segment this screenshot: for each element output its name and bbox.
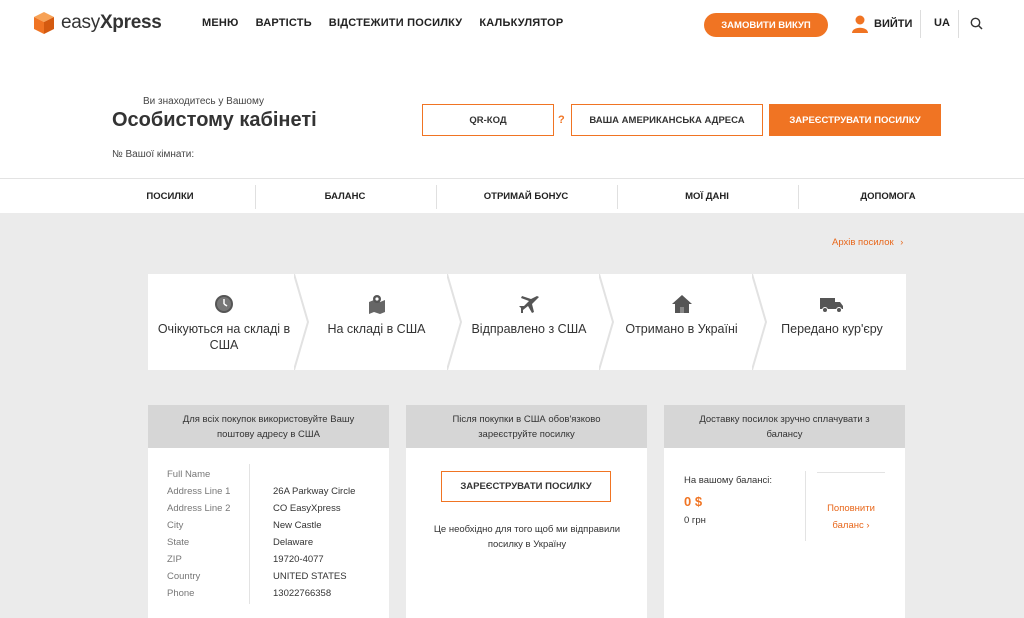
step-label: Отримано в Україні [625, 322, 738, 336]
register-parcel-card: Після покупки в США обов'язково зареєстр… [406, 405, 647, 618]
step-label: На складі в США [327, 322, 426, 336]
table-row: Address Line 1 26A Parkway Circle [167, 486, 387, 500]
logo[interactable]: easyXpress [32, 11, 162, 35]
tab-help[interactable]: ДОПОМОГА [798, 179, 978, 213]
us-address-button[interactable]: ВАША АМЕРИКАНСЬКА АДРЕСА [571, 104, 763, 136]
airplane-icon [519, 296, 539, 313]
balance-card: Доставку посилок зручно сплачувати з бал… [664, 405, 905, 618]
logo-cube-icon [34, 12, 54, 34]
step-shipped-from-us[interactable]: Відправлено з США [453, 274, 605, 370]
truck-icon [820, 298, 843, 313]
nav-tracking[interactable]: ВІДСТЕЖИТИ ПОСИЛКУ [329, 17, 463, 29]
field-value[interactable]: CO EasyXpress [273, 503, 341, 514]
help-icon[interactable]: ? [558, 114, 565, 126]
field-label: Address Line 2 [167, 503, 231, 514]
field-label: Address Line 1 [167, 486, 231, 497]
map-pin-icon [368, 295, 385, 314]
step-handed-to-courier[interactable]: Передано кур'єру [758, 274, 906, 370]
chevron-right-icon: › [900, 237, 904, 247]
cabinet-tabs: ПОСИЛКИ БАЛАНС ОТРИМАЙ БОНУС МОЇ ДАНІ ДО… [0, 178, 1024, 213]
step-label: Очікуються на складі в США [157, 322, 291, 352]
table-row: Full Name [167, 469, 387, 483]
card-header: Доставку посилок зручно сплачувати з бал… [664, 405, 905, 448]
field-label: State [167, 537, 190, 548]
field-value[interactable]: 13022766358 [273, 588, 331, 599]
header: easyXpress МЕНЮ ВАРТІСТЬ ВІДСТЕЖИТИ ПОСИ… [0, 0, 1024, 178]
archive-link[interactable]: Архів посилок › [832, 237, 903, 248]
house-icon [671, 295, 692, 313]
top-up-balance-link[interactable]: Поповнити баланс › [817, 500, 885, 534]
register-parcel-button-secondary[interactable]: ЗАРЕЄСТРУВАТИ ПОСИЛКУ [441, 471, 611, 502]
tab-my-data[interactable]: МОЇ ДАНІ [617, 179, 797, 213]
field-value[interactable]: UNITED STATES [273, 571, 347, 582]
table-row: ZIP 19720-4077 [167, 554, 387, 568]
card-header: Для всіх покупок використовуйте Вашу пош… [148, 405, 389, 448]
cabinet-subtitle: Ви знаходитесь у Вашому [143, 96, 264, 107]
step-label: Передано кур'єру [781, 322, 883, 336]
logo-text-light: easy [61, 12, 100, 33]
language-switch[interactable]: UA [934, 17, 950, 29]
divider [805, 471, 806, 541]
nav-pricing[interactable]: ВАРТІСТЬ [256, 17, 312, 29]
search-icon[interactable] [970, 17, 983, 30]
field-value[interactable]: 26A Parkway Circle [273, 486, 355, 497]
divider [958, 10, 959, 38]
page-title: Особистому кабінеті [112, 109, 317, 131]
table-row: State Delaware [167, 537, 387, 551]
tab-parcels[interactable]: ПОСИЛКИ [75, 179, 265, 213]
main-nav: МЕНЮ ВАРТІСТЬ ВІДСТЕЖИТИ ПОСИЛКУ КАЛЬКУЛ… [202, 17, 563, 29]
table-row: Phone 13022766358 [167, 588, 387, 602]
clock-icon [215, 295, 233, 313]
logout-link[interactable]: ВИЙТИ [874, 18, 912, 30]
balance-label: На вашому балансі: [684, 475, 773, 486]
table-row: City New Castle [167, 520, 387, 534]
chevron-right-icon: › [866, 520, 870, 531]
logo-text: easyXpress [61, 12, 162, 34]
qr-code-button[interactable]: QR-КОД [422, 104, 554, 136]
parcel-status-steps: Очікуються на складі в США На складі в С… [148, 274, 906, 370]
field-label: Country [167, 571, 201, 582]
field-label: Phone [167, 588, 195, 599]
card-header: Після покупки в США обов'язково зареєстр… [406, 405, 647, 448]
us-address-card: Для всіх покупок використовуйте Вашу пош… [148, 405, 389, 618]
order-buyout-button[interactable]: ЗАМОВИТИ ВИКУП [704, 13, 828, 37]
register-note: Це необхідно для того щоб ми відправили … [433, 524, 621, 550]
field-label: City [167, 520, 184, 531]
field-value[interactable]: New Castle [273, 520, 322, 531]
balance-usd: 0 $ [684, 494, 703, 509]
nav-menu[interactable]: МЕНЮ [202, 17, 239, 29]
archive-link-label: Архів посилок [832, 237, 894, 248]
register-parcel-button[interactable]: ЗАРЕЄСТРУВАТИ ПОСИЛКУ [769, 104, 941, 136]
table-row: Country UNITED STATES [167, 571, 387, 585]
table-row: Address Line 2 CO EasyXpress [167, 503, 387, 517]
field-label: Full Name [167, 469, 211, 480]
nav-calculator[interactable]: КАЛЬКУЛЯТОР [479, 17, 563, 29]
field-value[interactable]: 19720-4077 [273, 554, 324, 565]
divider [817, 472, 885, 473]
user-icon[interactable] [852, 15, 868, 33]
step-in-us-warehouse[interactable]: На складі в США [300, 274, 453, 370]
tab-bonus[interactable]: ОТРИМАЙ БОНУС [436, 179, 616, 213]
step-awaiting[interactable]: Очікуються на складі в США [148, 274, 300, 370]
field-label: ZIP [167, 554, 182, 565]
step-received-in-ukraine[interactable]: Отримано в Україні [605, 274, 758, 370]
tab-balance[interactable]: БАЛАНС [255, 179, 435, 213]
step-label: Відправлено з США [471, 322, 587, 336]
room-number-label: № Вашої кімнати: [112, 149, 195, 160]
logo-text-bold: Xpress [99, 12, 162, 33]
field-value[interactable]: Delaware [273, 537, 313, 548]
divider [920, 10, 921, 38]
balance-uah: 0 грн [684, 515, 706, 526]
